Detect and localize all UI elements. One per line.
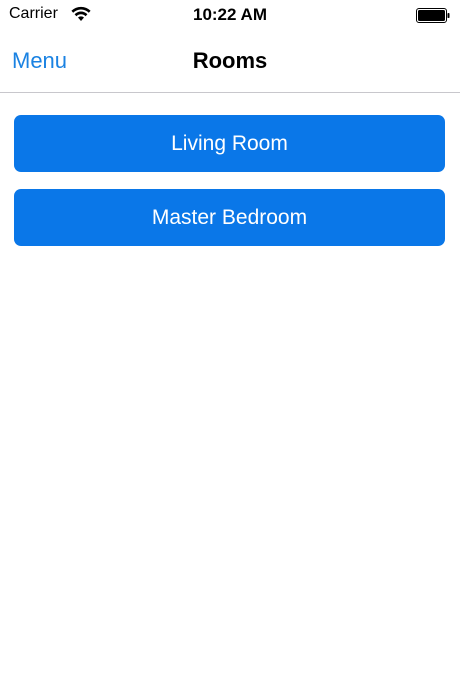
master-bedroom-button[interactable]: Master Bedroom: [14, 189, 445, 246]
navigation-bar: Menu Rooms: [0, 30, 460, 93]
page-title: Rooms: [192, 48, 268, 73]
living-room-button[interactable]: Living Room: [14, 115, 445, 172]
clock: 10:22 AM: [192, 5, 267, 24]
battery-icon: [416, 8, 450, 23]
room-list: Living Room Master Bedroom: [14, 115, 445, 263]
status-bar: Carrier 10:22 AM: [0, 0, 460, 30]
